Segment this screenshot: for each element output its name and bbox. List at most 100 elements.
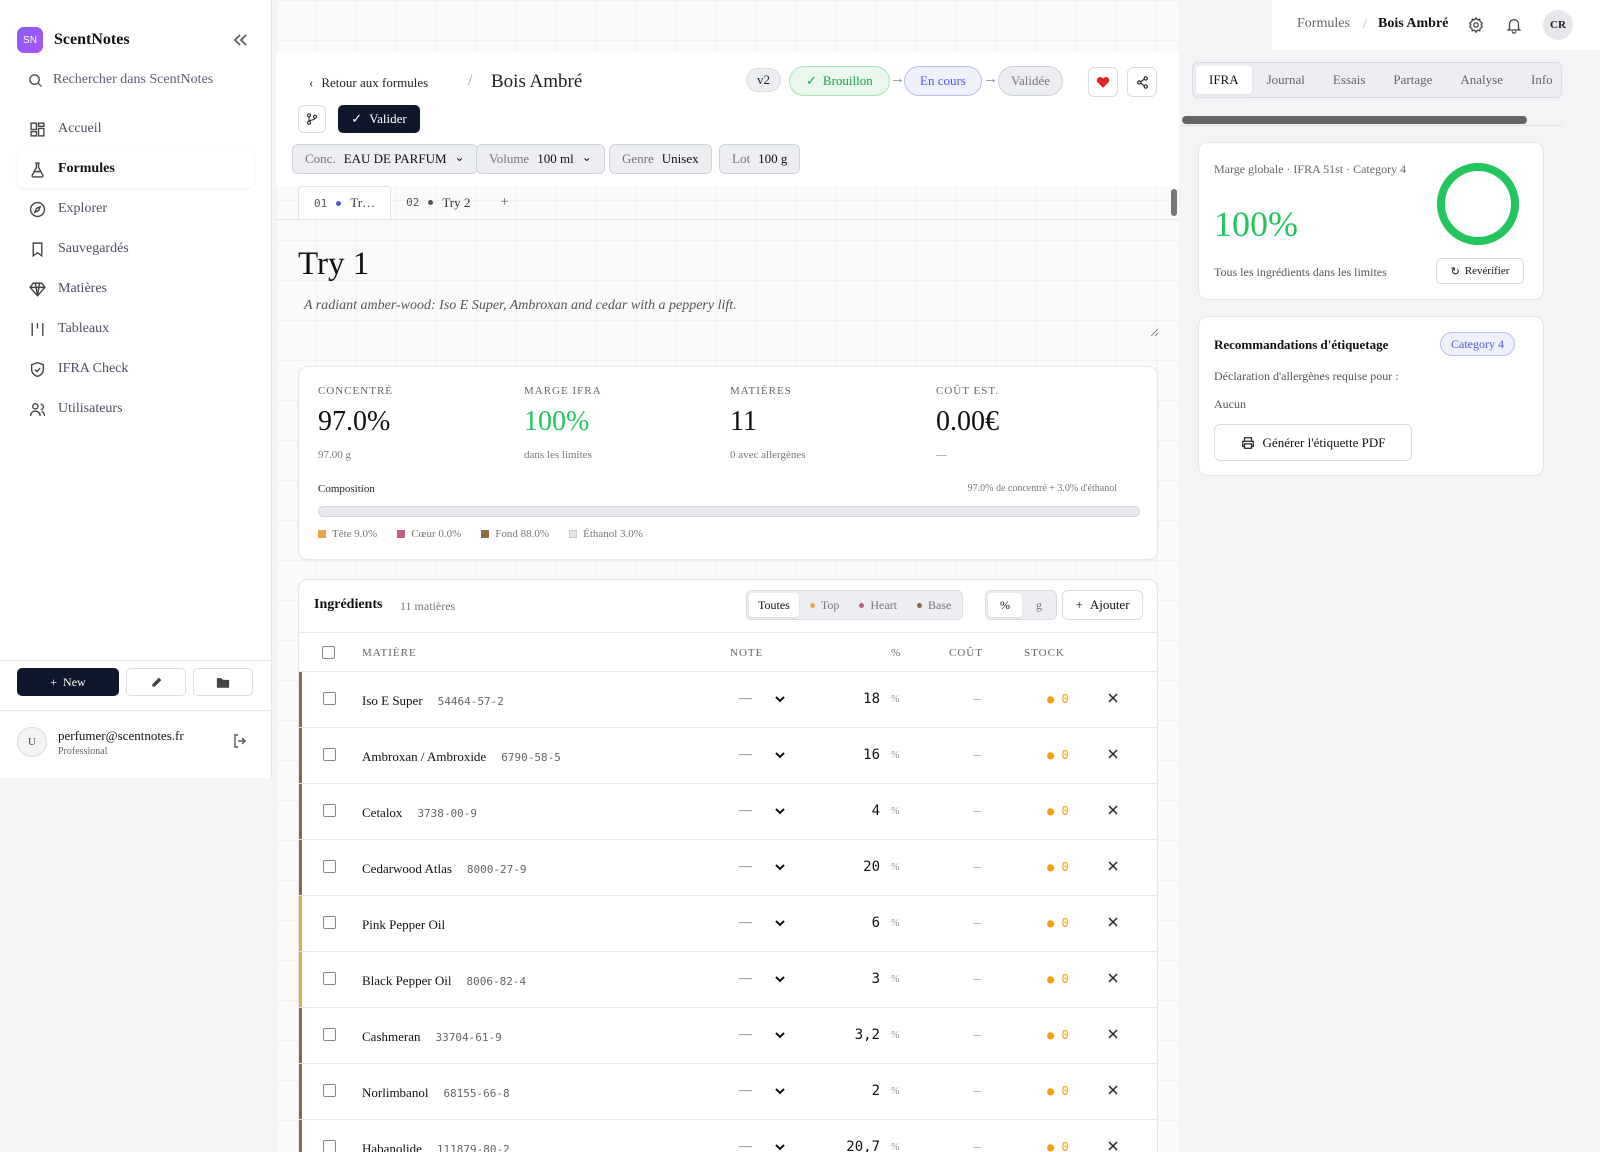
generate-label-pdf-button[interactable]: Générer l'étiquette PDF [1214, 424, 1412, 461]
new-button[interactable]: + New [17, 668, 119, 696]
meta-chip-genre[interactable]: Genre Unisex [609, 144, 712, 174]
search-input[interactable]: Rechercher dans ScentNotes [28, 72, 213, 88]
chevron-down-icon[interactable] [773, 692, 787, 706]
avatar[interactable]: CR [1543, 10, 1573, 40]
tab-journal[interactable]: Journal [1254, 66, 1318, 94]
sidebar-item-accueil[interactable]: Accueil [17, 110, 254, 148]
sidebar-item-ifra-check[interactable]: IFRA Check [17, 350, 254, 388]
col-note[interactable]: NOTE [730, 647, 763, 659]
table-row[interactable]: Cedarwood Atlas 8000-27-9 — 20% – ● 0 [299, 840, 1157, 896]
table-row[interactable]: Habanolide 111879-80-2 — 20,7% – ● 0 [299, 1120, 1157, 1152]
table-row[interactable]: Ambroxan / Ambroxide 6790-58-5 — 16% – ● 0 [299, 728, 1157, 784]
sidebar-item-tableaux[interactable]: Tableaux [17, 310, 254, 348]
chevron-down-icon[interactable] [773, 748, 787, 762]
scrollbar-thumb[interactable] [1171, 189, 1177, 216]
table-row[interactable]: Cetalox 3738-00-9 — 4% – ● 0 [299, 784, 1157, 840]
col-material[interactable]: MATIÈRE [362, 647, 417, 659]
resize-handle-icon[interactable] [1149, 327, 1159, 337]
tab-info[interactable]: Info [1518, 66, 1561, 94]
ingredient-name[interactable]: Norlimbanol 68155-66-8 [362, 1085, 510, 1101]
try-description[interactable]: A radiant amber-wood: Iso E Super, Ambro… [304, 298, 737, 314]
row-checkbox[interactable] [323, 916, 336, 929]
ingredient-name[interactable]: Ambroxan / Ambroxide 6790-58-5 [362, 749, 561, 765]
ingredient-percent[interactable]: 2 [872, 1083, 880, 1099]
unit-percent[interactable]: % [988, 593, 1022, 617]
sidebar-item-sauvegardés[interactable]: Sauvegardés [17, 230, 254, 268]
ingredient-name[interactable]: Habanolide 111879-80-2 [362, 1141, 510, 1152]
row-checkbox[interactable] [323, 1084, 336, 1097]
meta-chip-volume[interactable]: Volume 100 ml ⌄ [476, 144, 605, 174]
breadcrumb-formulas[interactable]: Formules [1297, 16, 1350, 32]
folder-button[interactable] [193, 668, 253, 696]
table-row[interactable]: Pink Pepper Oil — 6% – ● 0 [299, 896, 1157, 952]
table-row[interactable]: Black Pepper Oil 8006-82-4 — 3% – ● 0 [299, 952, 1157, 1008]
ingredient-name[interactable]: Cetalox 3738-00-9 [362, 805, 477, 821]
logout-icon[interactable] [232, 733, 248, 749]
validate-button[interactable]: ✓ Valider [338, 105, 420, 133]
tab-ifra[interactable]: IFRA [1196, 66, 1252, 94]
chevron-down-icon[interactable] [773, 972, 787, 986]
filter-heart[interactable]: Heart [850, 593, 906, 617]
chevron-down-icon[interactable] [773, 1084, 787, 1098]
filter-toutes[interactable]: Toutes [749, 593, 799, 617]
remove-icon[interactable] [1107, 972, 1119, 984]
remove-icon[interactable] [1107, 692, 1119, 704]
ingredient-percent[interactable]: 4 [872, 803, 880, 819]
favorite-button[interactable] [1088, 67, 1118, 97]
gear-icon[interactable] [1467, 16, 1485, 34]
chevron-down-icon[interactable] [773, 1140, 787, 1152]
add-try-button[interactable]: + [485, 186, 523, 219]
try-tab[interactable]: 01 Tr… [298, 186, 392, 219]
tab-partage[interactable]: Partage [1380, 66, 1445, 94]
ingredient-percent[interactable]: 20,7 [846, 1139, 880, 1152]
try-tab[interactable]: 02 Try 2 [391, 186, 485, 219]
filter-base[interactable]: Base [908, 593, 960, 617]
back-to-formulas-link[interactable]: ‹ Retour aux formules [309, 75, 428, 91]
row-checkbox[interactable] [323, 1028, 336, 1041]
status-validated[interactable]: Validée [998, 66, 1063, 96]
ingredient-name[interactable]: Pink Pepper Oil [362, 917, 445, 933]
ingredient-percent[interactable]: 20 [863, 859, 880, 875]
row-checkbox[interactable] [323, 804, 336, 817]
meta-chip-lot[interactable]: Lot 100 g [719, 144, 801, 174]
unit-g[interactable]: g [1024, 593, 1054, 617]
sidebar-item-utilisateurs[interactable]: Utilisateurs [17, 390, 254, 428]
tabs-scrollbar[interactable] [1182, 116, 1527, 124]
recheck-button[interactable]: ↻ Revérifier [1436, 258, 1524, 284]
remove-icon[interactable] [1107, 1028, 1119, 1040]
status-draft[interactable]: ✓ Brouillon [789, 66, 890, 96]
ingredient-name[interactable]: Black Pepper Oil 8006-82-4 [362, 973, 526, 989]
col-pct[interactable]: % [891, 647, 901, 659]
sidebar-item-matières[interactable]: Matières [17, 270, 254, 308]
chevron-down-icon[interactable] [773, 916, 787, 930]
select-all-checkbox[interactable] [322, 646, 335, 659]
remove-icon[interactable] [1107, 1084, 1119, 1096]
sidebar-item-explorer[interactable]: Explorer [17, 190, 254, 228]
ingredient-percent[interactable]: 18 [863, 691, 880, 707]
sidebar-item-formules[interactable]: Formules [17, 150, 254, 188]
ingredient-name[interactable]: Cedarwood Atlas 8000-27-9 [362, 861, 527, 877]
share-button[interactable] [1127, 67, 1157, 97]
collapse-sidebar-icon[interactable] [230, 30, 250, 50]
user-profile[interactable]: U perfumer@scentnotes.fr Professional [17, 727, 184, 757]
tab-analyse[interactable]: Analyse [1447, 66, 1516, 94]
ingredient-percent[interactable]: 3 [872, 971, 880, 987]
tab-essais[interactable]: Essais [1320, 66, 1379, 94]
add-ingredient-button[interactable]: + Ajouter [1062, 590, 1143, 620]
edit-button[interactable] [126, 668, 186, 696]
ingredient-percent[interactable]: 6 [872, 915, 880, 931]
branch-button[interactable] [298, 105, 326, 133]
status-in-progress[interactable]: En cours [904, 66, 982, 96]
chevron-down-icon[interactable] [773, 1028, 787, 1042]
try-title[interactable]: Try 1 [298, 246, 369, 283]
ingredient-percent[interactable]: 16 [863, 747, 880, 763]
remove-icon[interactable] [1107, 748, 1119, 760]
table-row[interactable]: Cashmeran 33704-61-9 — 3,2% – ● 0 [299, 1008, 1157, 1064]
chevron-down-icon[interactable] [773, 860, 787, 874]
table-row[interactable]: Norlimbanol 68155-66-8 — 2% – ● 0 [299, 1064, 1157, 1120]
ingredient-name[interactable]: Cashmeran 33704-61-9 [362, 1029, 502, 1045]
ingredient-name[interactable]: Iso E Super 54464-57-2 [362, 693, 504, 709]
row-checkbox[interactable] [323, 1140, 336, 1152]
chevron-down-icon[interactable] [773, 804, 787, 818]
table-row[interactable]: Iso E Super 54464-57-2 — 18% – ● 0 [299, 672, 1157, 728]
